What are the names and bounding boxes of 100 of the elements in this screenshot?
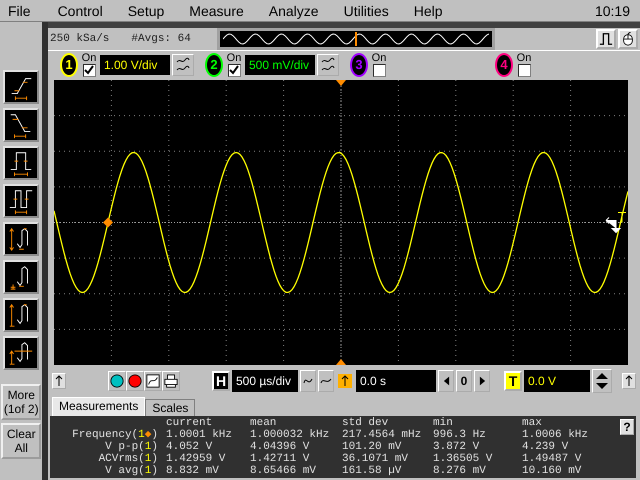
up-down-arrows-icon <box>595 371 609 391</box>
column-header: current <box>165 417 214 429</box>
table-cell-text: 8.832 mV <box>165 465 220 477</box>
delay-field[interactable]: 0.0 s <box>356 370 436 392</box>
coarse-adjust-button[interactable] <box>318 370 334 392</box>
memory-overview-bar[interactable] <box>216 28 495 50</box>
top-button[interactable] <box>3 298 40 332</box>
table-cell-text: 4.04396 V <box>250 441 310 453</box>
base-button[interactable] <box>3 260 40 294</box>
rise-time-button[interactable] <box>3 70 40 104</box>
trigger-level-spinner[interactable] <box>592 369 612 393</box>
time-scale-field[interactable]: 500 µs/div <box>232 370 298 392</box>
right-arrow-icon <box>478 376 486 386</box>
mouse-icon <box>621 32 635 46</box>
average-button[interactable] <box>3 336 40 370</box>
table-cell-text: 1.0006 kHz <box>522 429 590 441</box>
scale-spinner[interactable] <box>172 54 194 76</box>
channel-on-checkbox[interactable] <box>372 64 386 76</box>
scroll-up-button[interactable] <box>52 373 66 389</box>
table-cell-text: 10.160 mV <box>522 465 582 477</box>
autoscale-icon <box>146 374 160 388</box>
stop-icon <box>128 374 142 388</box>
print-button[interactable] <box>162 371 180 391</box>
channel-on-checkbox[interactable] <box>518 64 530 76</box>
menu-item[interactable]: Control <box>58 2 103 18</box>
column-header: max <box>522 417 543 429</box>
menu-item[interactable]: File <box>8 2 31 18</box>
printer-icon <box>164 374 178 388</box>
table-cell-text: 217.4564 mHz <box>342 429 422 441</box>
trigger-point-marker <box>103 218 113 228</box>
menu-item[interactable]: Analyze <box>268 2 319 18</box>
tab[interactable]: Measurements <box>52 397 146 416</box>
table-cell-text: 161.58 µV <box>342 465 402 477</box>
pulse-width-button[interactable] <box>3 146 40 180</box>
tab[interactable]: Scales <box>145 399 196 416</box>
up-arrow-icon <box>624 375 634 387</box>
left-arrow-icon <box>442 376 450 386</box>
measurement-name: Frequency(1◆) <box>71 429 159 441</box>
peak-to-peak-button[interactable] <box>3 222 40 256</box>
trigger-level-field[interactable]: 0.0 V <box>524 370 590 392</box>
table-cell-text: 1.42959 V <box>165 453 226 465</box>
time-reference-marker <box>336 80 346 86</box>
autoscale-button[interactable] <box>144 371 162 391</box>
averages-count: #Avgs: 64 <box>131 33 191 45</box>
scroll-up-button[interactable] <box>622 373 636 389</box>
clear-all-button[interactable]: Clear All <box>1 423 42 459</box>
help-button[interactable]: ? <box>620 419 634 435</box>
table-cell-text: 8.276 mV <box>433 465 487 477</box>
menu-item[interactable]: Setup <box>128 2 164 18</box>
scale-spinner[interactable] <box>317 54 339 76</box>
channel-on-checkbox[interactable] <box>82 64 96 76</box>
menu-item[interactable]: Utilities <box>344 2 389 18</box>
table-cell-text: 4.052 V <box>165 441 214 453</box>
channel-number[interactable]: 4 <box>495 52 513 76</box>
delay-marker-icon <box>338 374 352 388</box>
column-header: mean <box>250 417 278 429</box>
channel-number[interactable]: 2 <box>205 52 223 76</box>
menu-item[interactable]: Measure <box>189 2 244 18</box>
delay-zero-button[interactable]: 0 <box>456 370 472 392</box>
table-cell-text: 1.0001 kHz <box>165 429 234 441</box>
column-header: min <box>433 417 454 429</box>
on-label: On <box>82 52 96 64</box>
on-label: On <box>372 52 386 64</box>
mouse-mode-button[interactable] <box>618 29 638 49</box>
delay-left-button[interactable] <box>438 370 454 392</box>
scale-field[interactable]: 1.00 V/div <box>100 54 170 74</box>
ground-marker-icon <box>606 212 626 233</box>
more-button[interactable]: More (1of 2) <box>1 384 42 420</box>
on-label: On <box>516 52 532 64</box>
waveform-mode-button[interactable] <box>596 29 616 49</box>
scale-field[interactable]: 500 mV/div <box>245 54 315 74</box>
run-button[interactable] <box>108 371 126 391</box>
channel-on-checkbox[interactable] <box>228 64 240 76</box>
fall-time-button[interactable] <box>3 108 40 142</box>
trigger-label: T <box>504 371 522 391</box>
table-cell-text: 4.239 V <box>522 441 570 453</box>
table-cell-text: 1.42711 V <box>250 453 310 465</box>
measurement-name: V p-p(1) <box>104 441 159 453</box>
on-label: On <box>226 52 242 64</box>
fine-adjust-button[interactable] <box>300 370 316 392</box>
pulse-icon <box>599 32 613 46</box>
stop-button[interactable] <box>126 371 144 391</box>
table-cell-text: 996.3 Hz <box>433 429 487 441</box>
channel-number[interactable]: 1 <box>60 52 78 76</box>
time-reference-marker <box>336 359 346 365</box>
table-cell-text: 101.20 mV <box>342 441 402 453</box>
table-cell-text: 1.36505 V <box>433 453 494 465</box>
channel-number[interactable]: 3 <box>350 52 368 76</box>
table-cell-text: 8.65466 mV <box>250 465 318 477</box>
table-cell-text: 1.000032 kHz <box>250 429 330 441</box>
up-arrow-icon <box>54 375 64 387</box>
measurement-name: ACVrms(1) <box>98 453 159 465</box>
sample-rate: 250 kSa/s <box>50 33 110 45</box>
horizontal-label: H <box>212 371 230 391</box>
clock: 10:19 <box>594 2 630 18</box>
table-cell-text: 36.1071 mV <box>342 453 410 465</box>
delay-right-button[interactable] <box>474 370 490 392</box>
period-button[interactable] <box>3 184 40 218</box>
table-cell-text: 1.49487 V <box>522 453 582 465</box>
menu-item[interactable]: Help <box>414 2 442 18</box>
